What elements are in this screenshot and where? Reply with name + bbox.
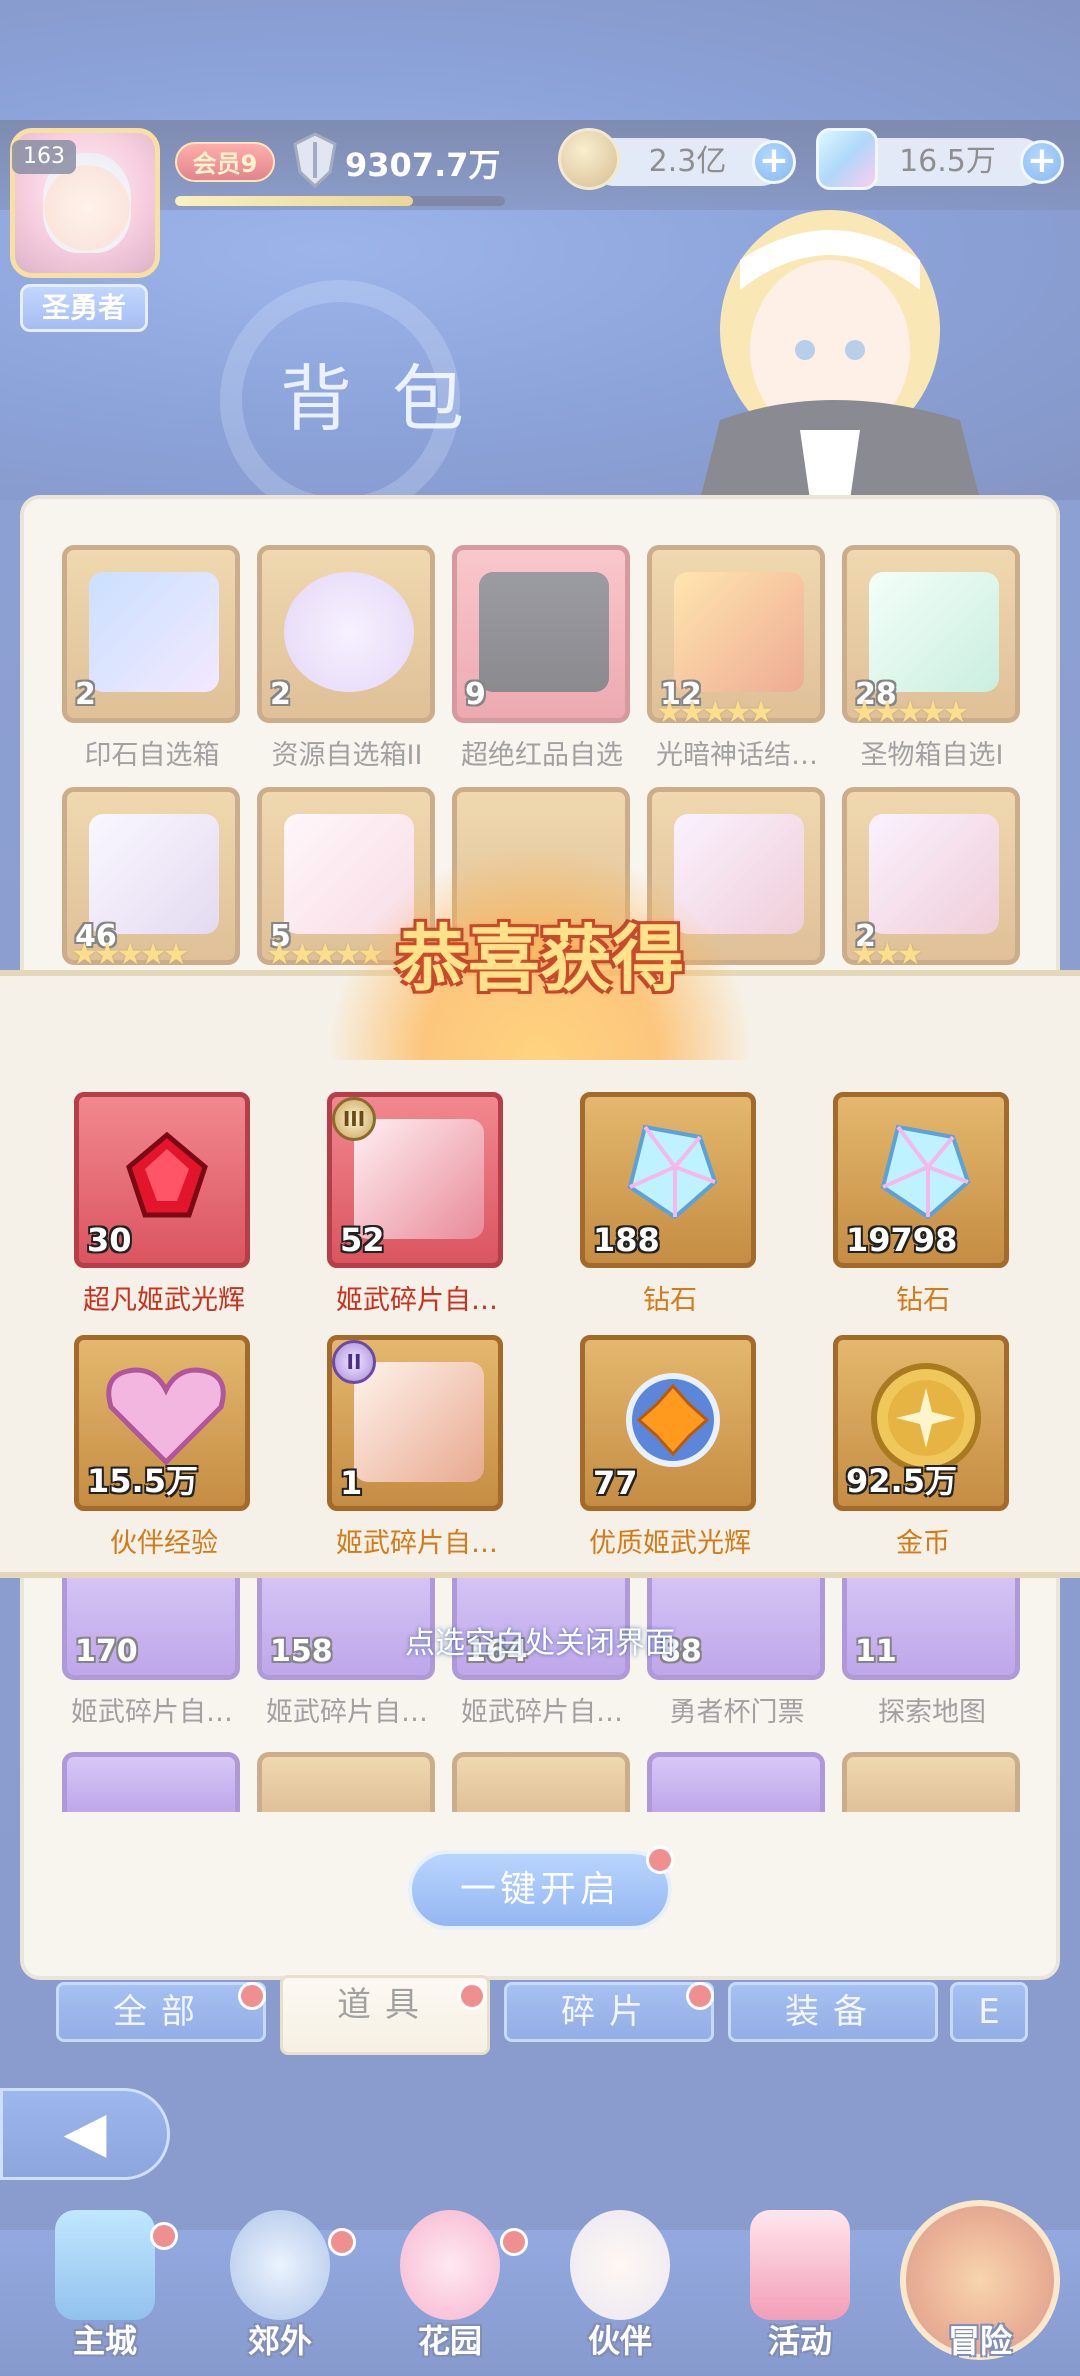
rank-badge: III [332,1097,376,1141]
item-label: 优质姬武光辉 [589,1528,751,1559]
orange-gem-icon [626,1373,720,1467]
rank-badge: II [332,1340,376,1384]
item-label: 姬武碎片自… [336,1528,498,1559]
diamond-icon [880,1124,971,1220]
item-label: 超凡姬武光辉 [83,1285,245,1316]
item-slot: 77 [580,1335,756,1511]
item-count: 1 [340,1464,363,1502]
reward-item[interactable]: 77 优质姬武光辉 [580,1335,760,1560]
item-label: 金币 [896,1528,950,1559]
diamond-icon [627,1124,718,1220]
item-label: 钻石 [896,1285,950,1316]
reward-item[interactable]: 30 超凡姬武光辉 [74,1092,254,1317]
item-count: 30 [87,1221,132,1259]
item-slot: 188 [580,1092,756,1268]
reward-item[interactable]: 15.5万 伙伴经验 [74,1335,254,1560]
item-slot: 92.5万 [833,1335,1009,1511]
item-slot: 30 [74,1092,250,1268]
item-count: 52 [340,1221,385,1259]
reward-item[interactable]: 92.5万 金币 [833,1335,1013,1560]
item-count: 188 [593,1221,660,1259]
reward-title: 恭喜获得 [395,916,684,1001]
ruby-icon [126,1131,208,1218]
reward-item[interactable]: II 1 姬武碎片自… [327,1335,507,1560]
reward-item[interactable]: 19798 钻石 [833,1092,1013,1317]
item-slot: II 1 [327,1335,503,1511]
close-hint: 点选空白处关闭界面 [405,1626,675,1661]
item-count: 77 [593,1464,638,1502]
item-slot: 15.5万 [74,1335,250,1511]
fragment-box-icon [354,1362,484,1482]
reward-item[interactable]: 188 钻石 [580,1092,760,1317]
item-count: 19798 [846,1221,958,1259]
item-slot: III 52 [327,1092,503,1268]
item-slot: 19798 [833,1092,1009,1268]
reward-item[interactable]: III 52 姬武碎片自… [327,1092,507,1317]
item-label: 钻石 [643,1285,697,1316]
item-count: 15.5万 [87,1462,198,1500]
item-count: 92.5万 [846,1462,957,1500]
item-label: 伙伴经验 [110,1528,218,1559]
item-label: 姬武碎片自… [336,1285,498,1316]
